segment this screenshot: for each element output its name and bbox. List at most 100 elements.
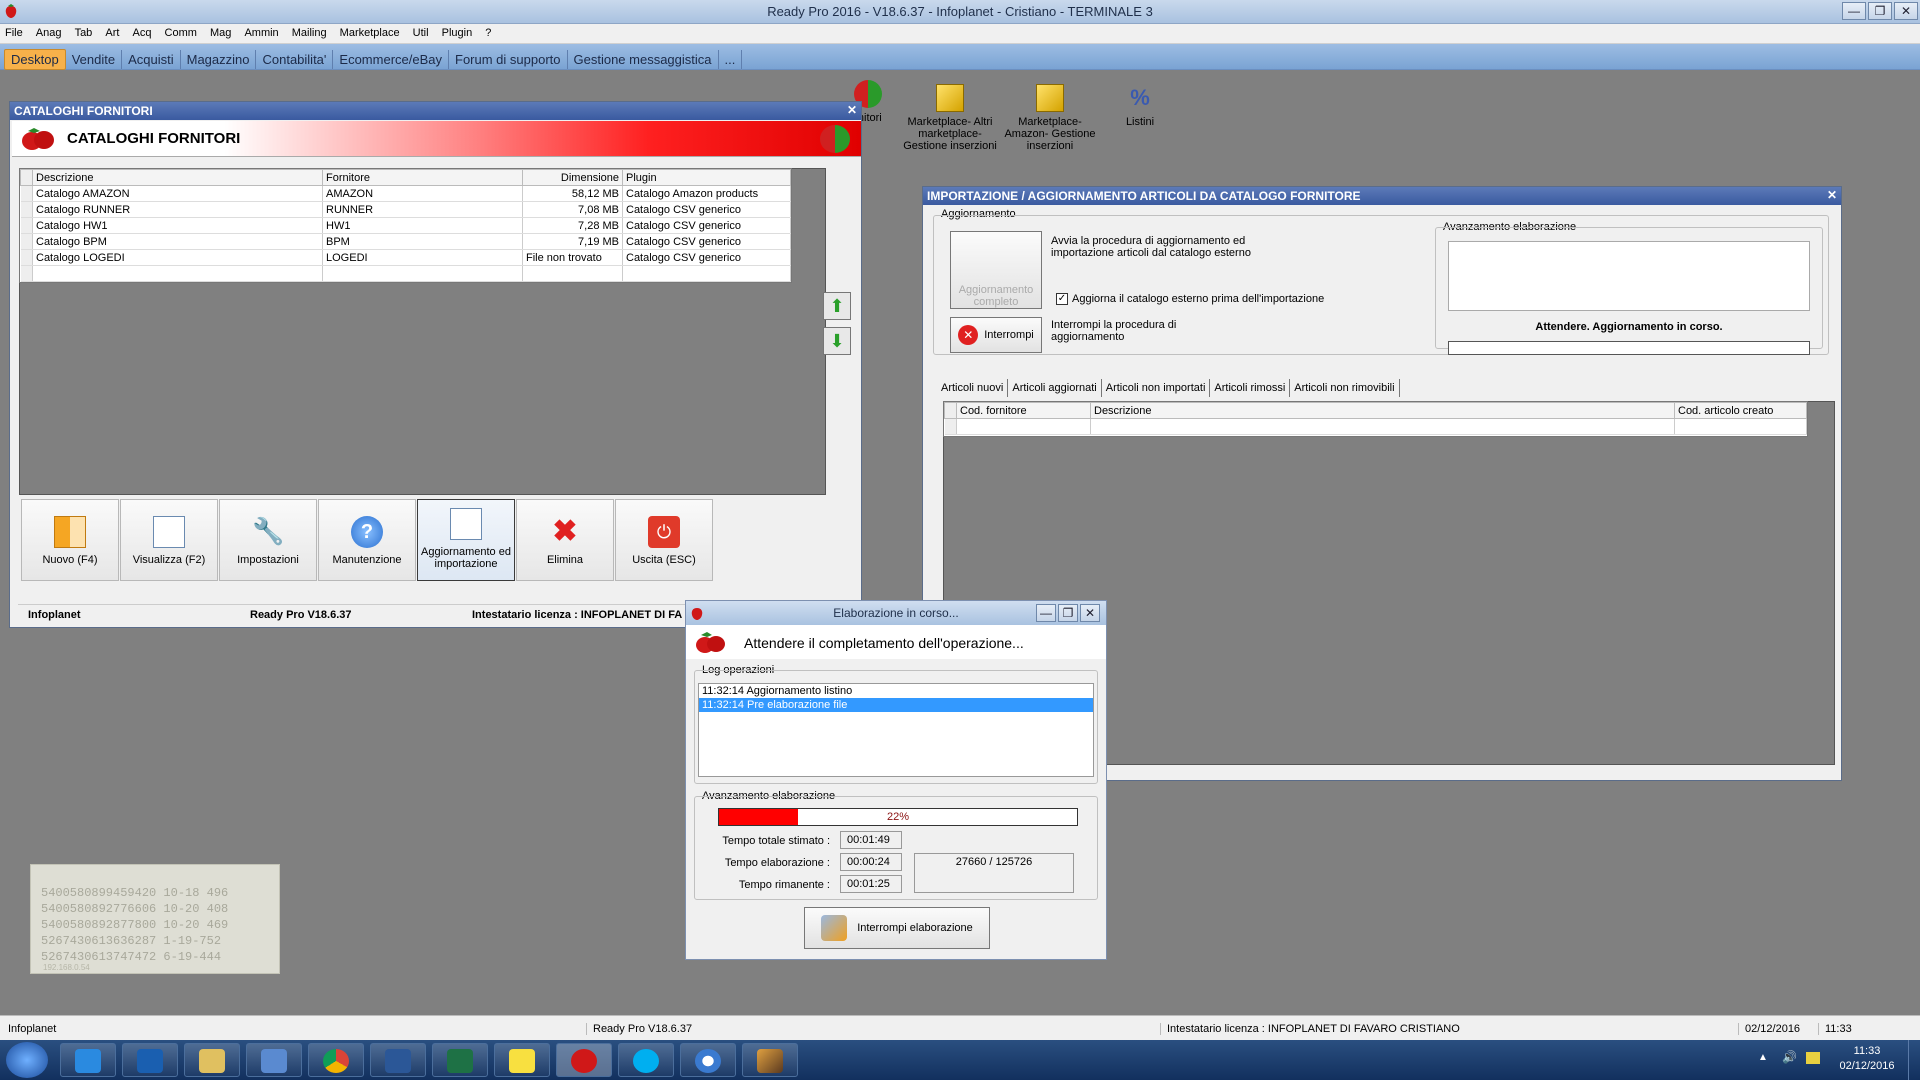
interrompi-elaborazione-button[interactable]: Interrompi elaborazione xyxy=(804,907,990,949)
column-header-cod-articolo[interactable]: Cod. articolo creato xyxy=(1674,402,1807,419)
flag-icon[interactable] xyxy=(1806,1052,1820,1064)
visualizza-button[interactable]: Visualizza (F2) xyxy=(120,499,218,581)
aggiorna-checkbox[interactable]: ✓ xyxy=(1056,293,1068,305)
status-licenza: Intestatario licenza : INFOPLANET DI FA xyxy=(472,609,683,621)
status-company: Infoplanet xyxy=(28,609,81,621)
taskbar-sticky-notes[interactable] xyxy=(494,1043,550,1077)
table-row[interactable]: Catalogo LOGEDI LOGEDI File non trovato Cat… xyxy=(20,249,791,266)
show-desktop-button[interactable] xyxy=(1908,1040,1920,1080)
tab-articoli-rimossi[interactable]: Articoli rimossi xyxy=(1210,379,1291,397)
tray-clock[interactable]: 11:33 02/12/2016 xyxy=(1832,1044,1902,1074)
menu-anag[interactable]: Anag xyxy=(31,24,67,39)
taskbar-explorer[interactable] xyxy=(184,1043,240,1077)
table-row-empty[interactable] xyxy=(20,265,791,282)
column-header-cod-fornitore[interactable]: Cod. fornitore xyxy=(956,402,1091,419)
menu-mailing[interactable]: Mailing xyxy=(287,24,332,39)
impostazioni-button[interactable]: 🔧 Impostazioni xyxy=(219,499,317,581)
tab-desktop[interactable]: Desktop xyxy=(4,49,66,70)
taskbar-skype[interactable] xyxy=(618,1043,674,1077)
menu-bar: File Anag Tab Art Acq Comm Mag Ammin Mai… xyxy=(0,24,1920,44)
maximize-button[interactable]: ❐ xyxy=(1868,2,1892,20)
menu-plugin[interactable]: Plugin xyxy=(437,24,478,39)
move-up-button[interactable]: ⬆ xyxy=(823,292,851,320)
table-row[interactable]: Catalogo BPM BPM 7,19 MB Catalogo CSV gener… xyxy=(20,233,791,250)
refresh-icon[interactable] xyxy=(820,125,850,153)
cell-descrizione: Catalogo HW1 xyxy=(32,217,323,234)
menu-file[interactable]: File xyxy=(0,24,28,39)
clock-date: 02/12/2016 xyxy=(1839,1060,1895,1072)
cell-descrizione: Catalogo RUNNER xyxy=(32,201,323,218)
app-titlebar: Ready Pro 2016 - V18.6.37 - Infoplanet -… xyxy=(0,0,1920,24)
move-down-button[interactable]: ⬇ xyxy=(823,327,851,355)
manutenzione-button[interactable]: ? Manutenzione xyxy=(318,499,416,581)
tab-magazzino[interactable]: Magazzino xyxy=(181,50,257,69)
menu-art[interactable]: Art xyxy=(100,24,124,39)
taskbar-word[interactable] xyxy=(370,1043,426,1077)
menu-help[interactable]: ? xyxy=(480,24,496,39)
taskbar-paint[interactable] xyxy=(742,1043,798,1077)
tempo-totale-label: Tempo totale stimato : xyxy=(722,835,830,847)
tab-acquisti[interactable]: Acquisti xyxy=(122,50,181,69)
column-header-descrizione[interactable]: Descrizione xyxy=(1090,402,1675,419)
table-row[interactable]: Catalogo RUNNER RUNNER 7,08 MB Catalogo CSV… xyxy=(20,201,791,218)
interrompi-button[interactable]: ✕ Interrompi xyxy=(950,317,1042,353)
taskbar-outlook[interactable] xyxy=(122,1043,178,1077)
column-header-descrizione[interactable]: Descrizione xyxy=(32,169,323,186)
table-row[interactable]: Catalogo HW1 HW1 7,28 MB Catalogo CSV gener… xyxy=(20,217,791,234)
elimina-button[interactable]: ✖ Elimina xyxy=(516,499,614,581)
table-row-empty[interactable] xyxy=(944,418,1807,435)
menu-comm[interactable]: Comm xyxy=(160,24,202,39)
close-button[interactable]: ✕ xyxy=(1894,2,1918,20)
close-icon[interactable]: ✕ xyxy=(847,103,857,117)
taskbar-chrome[interactable] xyxy=(308,1043,364,1077)
menu-util[interactable]: Util xyxy=(408,24,434,39)
table-row[interactable]: Catalogo AMAZON AMAZON 58,12 MB Catalogo Am… xyxy=(20,185,791,202)
tray-arrow-icon[interactable]: ▲ xyxy=(1758,1052,1770,1064)
menu-acq[interactable]: Acq xyxy=(128,24,157,39)
checkbox-label: Aggiorna il catalogo esterno prima dell'… xyxy=(1072,293,1325,305)
desktop-icon-marketplace-amazon[interactable]: Marketplace- Amazon- Gestione inserzioni xyxy=(1000,84,1100,152)
tab-forum[interactable]: Forum di supporto xyxy=(449,50,568,69)
speaker-icon[interactable]: 🔊 xyxy=(1782,1050,1797,1066)
taskbar-network[interactable] xyxy=(246,1043,302,1077)
column-header-dimensione[interactable]: Dimensione xyxy=(522,169,623,186)
desktop-icon-marketplace-altri[interactable]: Marketplace- Altri marketplace- Gestione… xyxy=(900,84,1000,152)
column-header-fornitore[interactable]: Fornitore xyxy=(322,169,523,186)
menu-marketplace[interactable]: Marketplace xyxy=(335,24,405,39)
tab-articoli-non-rimovibili[interactable]: Articoli non rimovibili xyxy=(1290,379,1400,397)
button-label: Nuovo (F4) xyxy=(42,554,98,566)
tab-articoli-aggiornati[interactable]: Articoli aggiornati xyxy=(1008,379,1102,397)
dialog-minimize-button[interactable]: — xyxy=(1036,604,1056,622)
nuovo-button[interactable]: Nuovo (F4) xyxy=(21,499,119,581)
tab-vendite[interactable]: Vendite xyxy=(66,50,123,69)
tab-more[interactable]: ... xyxy=(719,50,743,69)
aggiornamento-completo-button[interactable]: Aggiornamento completo xyxy=(950,231,1042,309)
taskbar-ie[interactable] xyxy=(60,1043,116,1077)
start-button[interactable] xyxy=(6,1042,48,1078)
uscita-button[interactable]: ⏻ Uscita (ESC) xyxy=(615,499,713,581)
log-list[interactable]: 11:32:14 Aggiornamento listino 11:32:14 … xyxy=(698,683,1094,777)
tab-contabilita[interactable]: Contabilita' xyxy=(256,50,334,69)
minimize-button[interactable]: — xyxy=(1842,2,1866,20)
document-gear-icon xyxy=(450,508,482,540)
menu-tab[interactable]: Tab xyxy=(70,24,98,39)
tab-ecommerce[interactable]: Ecommerce/eBay xyxy=(333,50,449,69)
menu-ammin[interactable]: Ammin xyxy=(239,24,283,39)
column-header-plugin[interactable]: Plugin xyxy=(622,169,791,186)
taskbar-radiation[interactable] xyxy=(680,1043,736,1077)
menu-mag[interactable]: Mag xyxy=(205,24,236,39)
dialog-maximize-button[interactable]: ❐ xyxy=(1058,604,1078,622)
tab-messaggistica[interactable]: Gestione messaggistica xyxy=(568,50,719,69)
close-icon[interactable]: ✕ xyxy=(1827,188,1837,202)
log-entry-selected[interactable]: 11:32:14 Pre elaborazione file xyxy=(699,698,1093,712)
status-date: 02/12/2016 xyxy=(1738,1023,1800,1035)
red-x-icon: ✖ xyxy=(552,515,578,548)
tab-articoli-non-importati[interactable]: Articoli non importati xyxy=(1102,379,1211,397)
taskbar-readypro[interactable] xyxy=(556,1043,612,1077)
desktop-icon-listini[interactable]: % Listini xyxy=(1100,84,1180,128)
aggiornamento-importazione-button[interactable]: Aggiornamento ed importazione xyxy=(417,499,515,581)
cell-plugin: Catalogo CSV generico xyxy=(622,201,791,218)
tab-articoli-nuovi[interactable]: Articoli nuovi xyxy=(937,379,1009,397)
dialog-close-button[interactable]: ✕ xyxy=(1080,604,1100,622)
taskbar-excel[interactable] xyxy=(432,1043,488,1077)
